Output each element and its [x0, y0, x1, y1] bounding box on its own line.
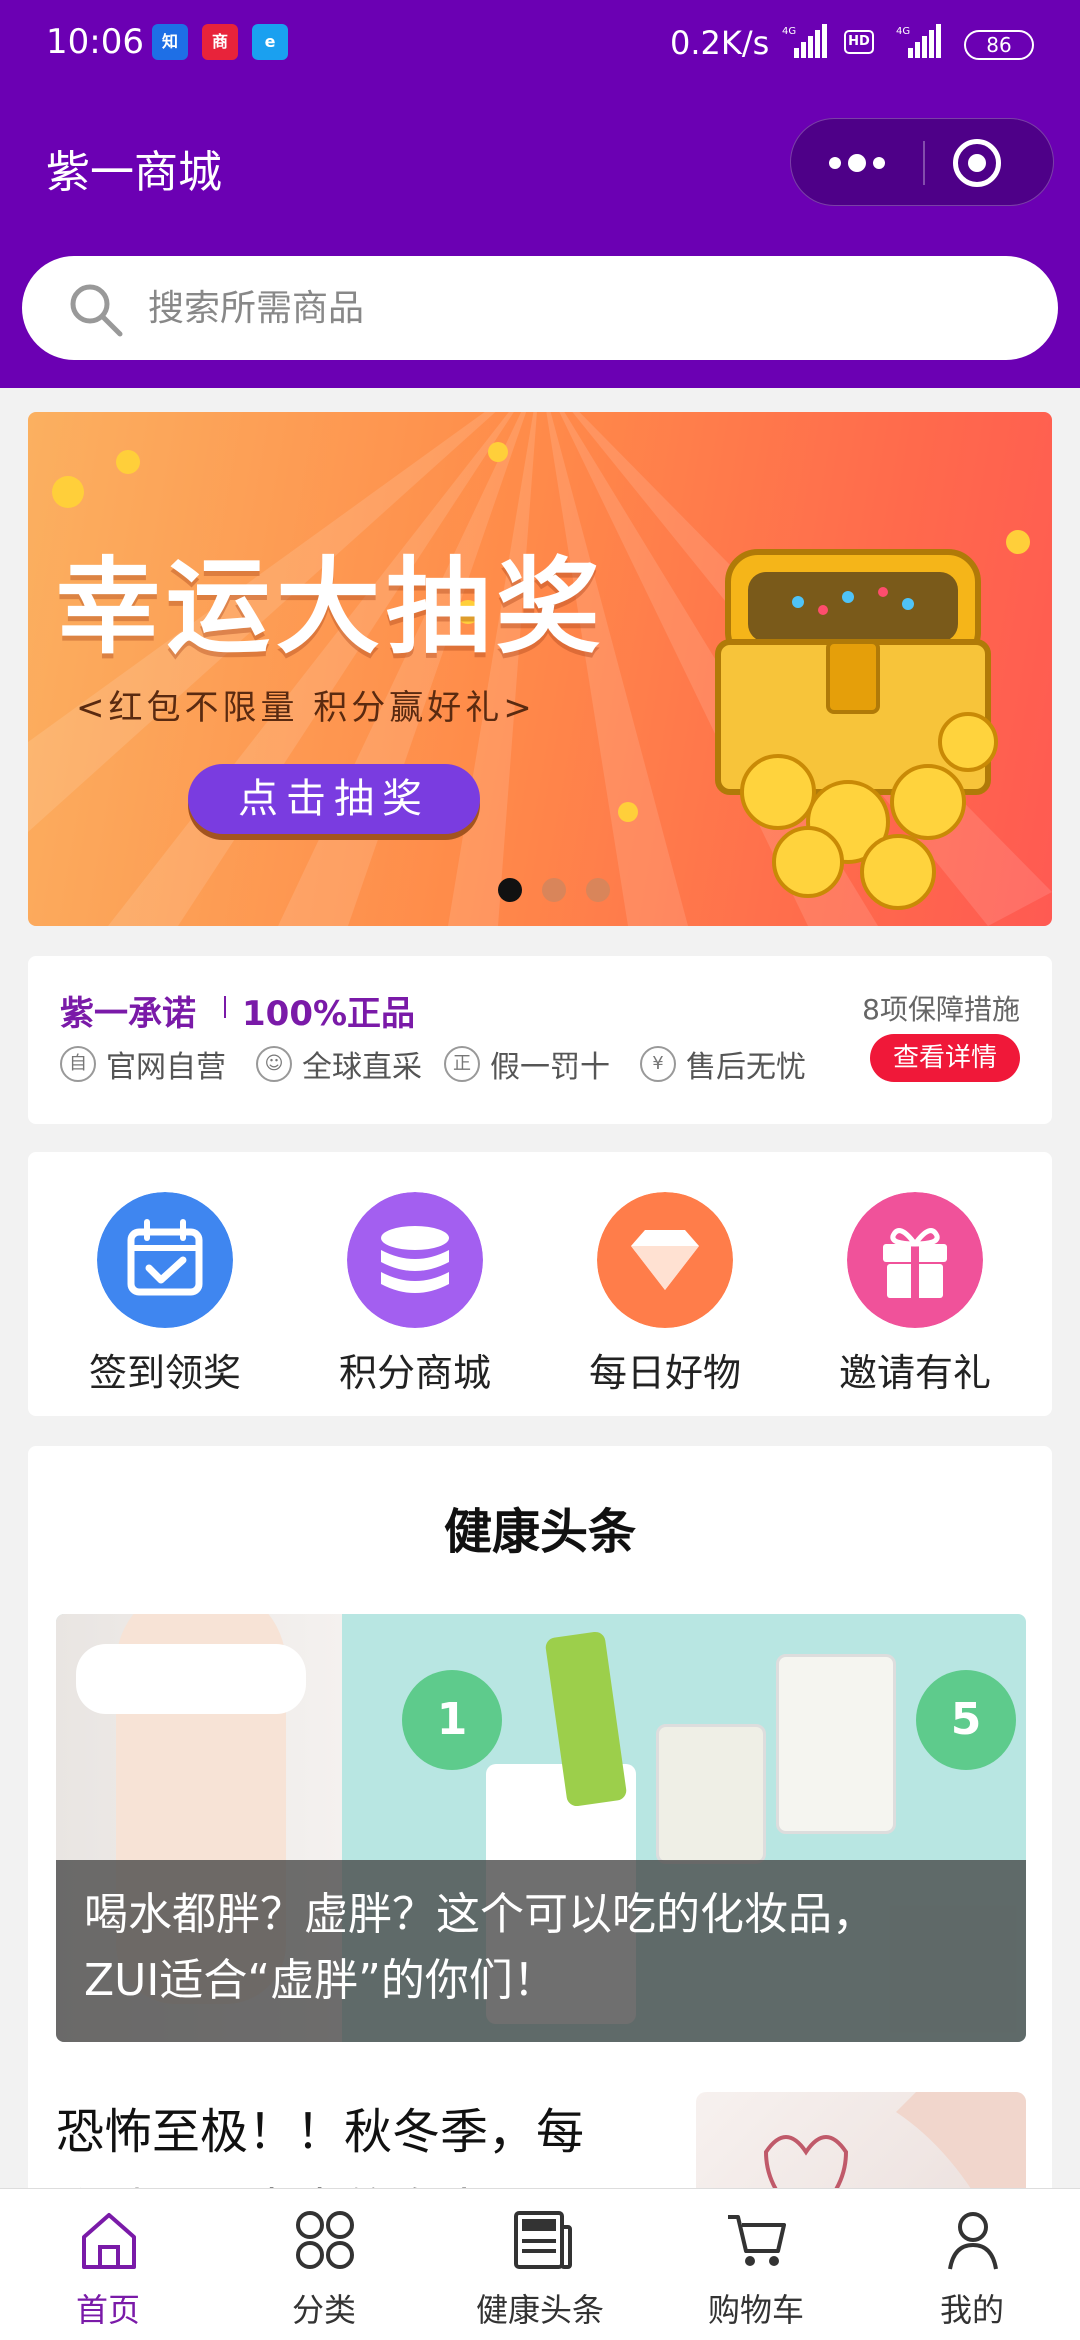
carousel-indicator — [498, 878, 628, 908]
mall-icon: 商 — [202, 24, 238, 60]
quick-invite[interactable]: 邀请有礼 — [820, 1192, 1010, 1402]
promise-genuine: 100%正品 — [242, 994, 416, 1034]
help-bubble: 1 — [402, 1670, 502, 1770]
promise-measures: 8项保障措施 — [862, 993, 1020, 1026]
tab-home[interactable]: 首页 — [0, 2189, 216, 2340]
feature-label: 全球直采 — [302, 1050, 422, 1085]
cart-icon — [728, 2215, 786, 2266]
product-bottle-2 — [656, 1724, 766, 1864]
bubble-number: 5 — [950, 1694, 982, 1745]
adjust-bubble: 5 — [916, 1670, 1016, 1770]
quick-label: 邀请有礼 — [838, 1351, 991, 1395]
search-bar[interactable] — [22, 256, 1058, 360]
quick-signin[interactable]: 签到领奖 — [70, 1192, 260, 1402]
banner-title: 幸运大抽奖 — [56, 546, 607, 668]
more-dots-icon[interactable] — [821, 143, 893, 183]
quick-label: 积分商城 — [338, 1351, 491, 1395]
bottom-tab-bar: 首页 分类 健康头条 购物车 我的 — [0, 2188, 1080, 2340]
quick-points-mall[interactable]: 积分商城 — [320, 1192, 510, 1402]
caption-line-2: ZUI适合“虚胖”的你们！ — [84, 1955, 557, 2006]
page-title: 紫一商城 — [46, 147, 222, 198]
quick-daily-goods[interactable]: 每日好物 — [570, 1192, 760, 1402]
banner-subtitle: <红包不限量 积分赢好礼> — [76, 688, 536, 728]
section-title: 健康头条 — [443, 1504, 636, 1560]
browser-icon: e — [252, 24, 288, 60]
band-illustration — [76, 1644, 306, 1714]
article-title-line-1: 恐怖至极！！秋冬季，每 — [56, 2104, 585, 2160]
net-speed: 0.2K/s — [670, 24, 770, 62]
capsule-divider — [923, 141, 925, 185]
hd-icon: HD — [844, 30, 874, 54]
promise-separator — [224, 996, 226, 1018]
status-bar: 10:06 知 商 e 0.2K/s 4G HD 4G 86 — [0, 0, 1080, 90]
draw-button[interactable]: 点击抽奖 — [188, 764, 480, 834]
product-bottle-1 — [776, 1654, 896, 1834]
carousel-dot-3[interactable] — [586, 878, 610, 902]
calendar-check-icon — [97, 1192, 233, 1328]
coins-stack-icon — [347, 1192, 483, 1328]
official-icon: 自 — [60, 1046, 96, 1082]
feature-label: 官网自营 — [106, 1050, 226, 1085]
gift-icon — [847, 1192, 983, 1328]
search-icon — [70, 284, 123, 337]
bubble-number: 1 — [436, 1694, 468, 1745]
view-details-button[interactable]: 查看详情 — [870, 1034, 1020, 1082]
promise-brand: 紫一承诺 — [60, 994, 196, 1034]
article-caption: 喝水都胖？虚胖？这个可以吃的化妆品， ZUI适合“虚胖”的你们！ — [56, 1860, 1026, 2042]
feature-global: ☺ 全球直采 — [256, 1042, 422, 1085]
feature-label: 售后无忧 — [686, 1050, 806, 1085]
tab-label: 首页 — [75, 2291, 140, 2329]
status-time: 10:06 — [46, 22, 144, 62]
genuine-icon: 正 — [444, 1046, 480, 1082]
quick-label: 每日好物 — [588, 1351, 741, 1395]
search-input[interactable] — [148, 256, 1008, 360]
signal-icon-2: 4G — [896, 24, 941, 58]
feature-label: 假一罚十 — [490, 1050, 610, 1085]
tab-cart[interactable]: 购物车 — [648, 2189, 864, 2340]
sig2-label: 4G — [896, 26, 910, 37]
tab-label: 健康头条 — [475, 2291, 604, 2329]
signal-icon: 4G — [782, 24, 827, 58]
quick-entries: 签到领奖 积分商城 每日好物 邀请有礼 — [28, 1152, 1052, 1416]
feature-aftersale: ¥ 售后无忧 — [640, 1042, 806, 1085]
target-icon[interactable] — [953, 139, 1001, 187]
battery-icon: 86 — [964, 30, 1034, 60]
newspaper-icon — [514, 2211, 572, 2269]
promo-banner[interactable]: 幸运大抽奖 <红包不限量 积分赢好礼> 点击抽奖 — [28, 412, 1052, 926]
treasure-chest-icon — [715, 549, 998, 910]
tab-label: 购物车 — [707, 2291, 804, 2329]
promise-card: 紫一承诺 100%正品 8项保障措施 查看详情 自官网自营 ☺ 全球直采 正假一罚… — [28, 956, 1052, 1124]
carousel-dot-1[interactable] — [498, 878, 522, 902]
feature-official: 自官网自营 — [60, 1042, 226, 1085]
category-icon — [296, 2211, 354, 2269]
quick-label: 签到领奖 — [88, 1351, 241, 1395]
tab-health-news[interactable]: 健康头条 — [432, 2189, 648, 2340]
home-icon — [82, 2213, 136, 2269]
feature-genuine: 正假一罚十 — [444, 1042, 610, 1085]
tab-label: 分类 — [291, 2291, 356, 2329]
global-icon: ☺ — [256, 1046, 292, 1082]
diamond-icon — [597, 1192, 733, 1328]
miniapp-capsule — [790, 118, 1054, 206]
profile-icon — [948, 2212, 998, 2270]
yen-icon: ¥ — [640, 1046, 676, 1082]
app-header: 10:06 知 商 e 0.2K/s 4G HD 4G 86 紫一商城 — [0, 0, 1080, 388]
tab-mine[interactable]: 我的 — [864, 2189, 1080, 2340]
carousel-dot-2[interactable] — [542, 878, 566, 902]
sig1-label: 4G — [782, 26, 796, 37]
tab-category[interactable]: 分类 — [216, 2189, 432, 2340]
news-article-featured[interactable]: 1 5 喝水都胖？虚胖？这个可以吃的化妆品， ZUI适合“虚胖”的你们！ — [56, 1614, 1026, 2042]
tab-label: 我的 — [939, 2291, 1004, 2329]
caption-line-1: 喝水都胖？虚胖？这个可以吃的化妆品， — [84, 1889, 876, 1940]
zhihu-icon: 知 — [152, 24, 188, 60]
